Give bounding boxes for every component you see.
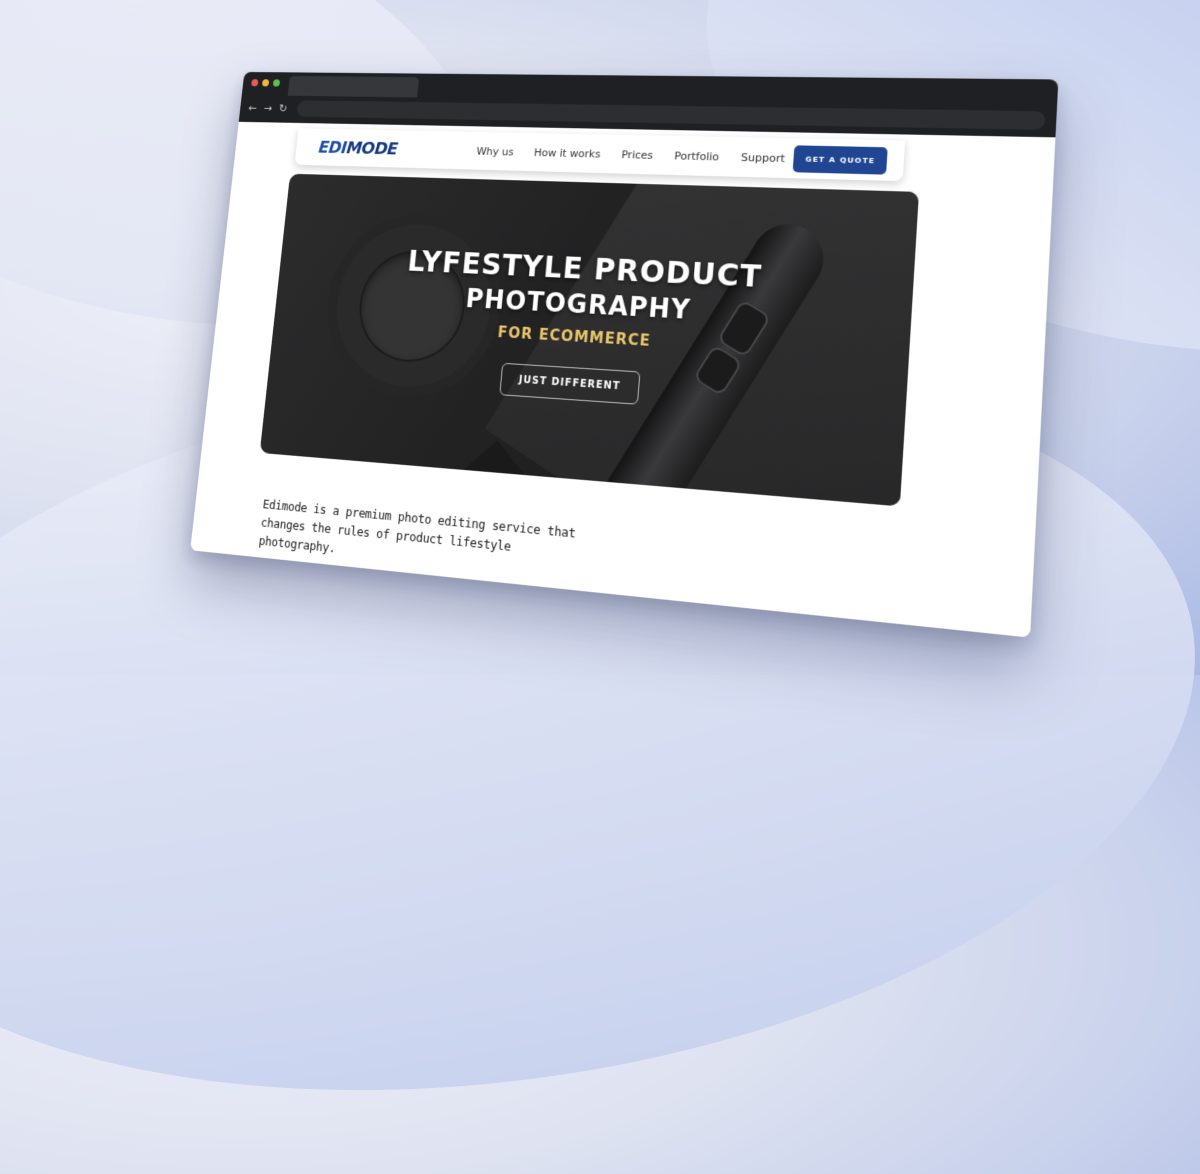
hero-headline: LYFESTYLE PRODUCT PHOTOGRAPHY FOR ECOMME… [268,240,915,424]
nav-portfolio[interactable]: Portfolio [674,149,720,163]
browser-window: ← → ↻ EDIMODE Why us How it works Prices… [190,71,1059,638]
main-nav: Why us How it works Prices Portfolio Sup… [476,145,785,165]
intro-paragraph: Edimode is a premium photo editing servi… [258,496,577,555]
page-content: EDIMODE Why us How it works Prices Portf… [190,121,1056,638]
nav-support[interactable]: Support [741,151,786,165]
site-header: EDIMODE Why us How it works Prices Portf… [294,128,906,182]
logo-part-1: EDI [317,137,348,158]
reload-icon[interactable]: ↻ [275,102,292,115]
hero-banner: LYFESTYLE PRODUCT PHOTOGRAPHY FOR ECOMME… [259,173,920,507]
site-logo[interactable]: EDIMODE [318,137,399,158]
logo-part-2: MODE [345,138,399,159]
minimize-window-button[interactable] [261,79,270,87]
nav-prices[interactable]: Prices [621,148,653,161]
stage: ← → ↻ EDIMODE Why us How it works Prices… [0,0,1200,675]
forward-arrow-icon[interactable]: → [260,102,276,115]
browser-tab[interactable] [287,75,420,98]
nav-how-it-works[interactable]: How it works [533,146,601,160]
nav-why-us[interactable]: Why us [476,145,514,158]
close-window-button[interactable] [251,79,259,87]
back-arrow-icon[interactable]: ← [245,101,261,114]
maximize-window-button[interactable] [272,79,281,87]
get-a-quote-button[interactable]: GET A QUOTE [793,144,888,175]
window-controls [251,79,281,87]
